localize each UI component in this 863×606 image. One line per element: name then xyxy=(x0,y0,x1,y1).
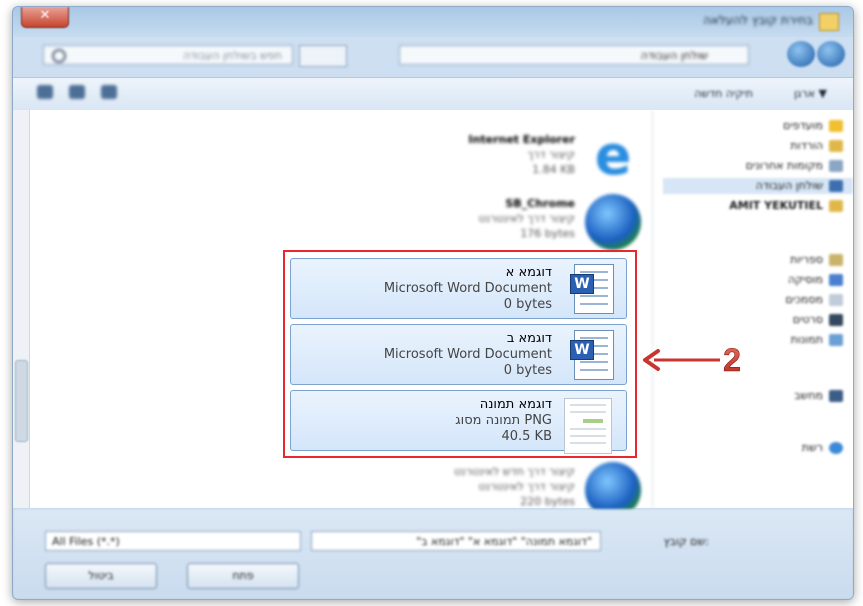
nav-item-libraries[interactable]: ספריות xyxy=(790,252,843,268)
callout-arrow: 2 xyxy=(643,345,741,375)
scroll-thumb[interactable] xyxy=(15,360,28,442)
folder-icon xyxy=(819,13,839,31)
nav-item-videos[interactable]: סרטים xyxy=(793,312,843,328)
back-button[interactable] xyxy=(817,41,845,67)
address-bar[interactable]: שולחן העבודה xyxy=(399,45,749,65)
computer-icon xyxy=(829,390,843,402)
pictures-icon xyxy=(829,334,843,346)
nav-item-desktop[interactable]: שולחן העבודה xyxy=(663,178,853,194)
file-size: 220 bytes xyxy=(520,495,575,508)
nav-item-pictures[interactable]: תמונות xyxy=(791,332,843,348)
network-icon xyxy=(829,442,843,454)
documents-icon xyxy=(829,294,843,306)
nav-item-recent-places[interactable]: מקומות אחרונים xyxy=(746,158,843,174)
music-icon xyxy=(829,274,843,286)
file-type: קיצור דרך xyxy=(527,148,575,161)
user-folder-icon xyxy=(829,200,843,212)
help-icon[interactable] xyxy=(37,85,53,99)
file-name: Internet Explorer xyxy=(468,133,575,146)
desktop-icon xyxy=(829,180,843,192)
refresh-button[interactable] xyxy=(299,45,347,67)
forward-button[interactable] xyxy=(787,41,815,67)
file-name: קיצור דרך חדש לאינטרנט xyxy=(454,465,575,478)
file-size: 1.84 KB xyxy=(532,163,575,176)
change-view-icon[interactable] xyxy=(101,85,117,99)
search-placeholder: חפש בשולחן העבודה xyxy=(182,49,282,62)
callout-number: 2 xyxy=(723,345,741,375)
nav-item-favorites[interactable]: מועדפים xyxy=(783,118,843,134)
file-item[interactable]: SB_Chrome קיצור דרך לאינטרנט 176 bytes xyxy=(391,190,641,252)
file-type: קיצור דרך לאינטרנט xyxy=(478,212,575,225)
navigation-pane: מועדפים הורדות מקומות אחרונים שולחן העבו… xyxy=(652,110,853,508)
nav-item-computer[interactable]: מחשב xyxy=(794,388,843,404)
file-type: קיצור דרך לאינטרנט xyxy=(478,480,575,493)
open-button[interactable]: פתח xyxy=(187,563,299,589)
highlight-box xyxy=(283,250,637,458)
star-icon xyxy=(829,120,843,132)
nav-item-downloads[interactable]: הורדות xyxy=(790,138,843,154)
nav-item-network[interactable]: רשת xyxy=(802,440,843,456)
globe-icon xyxy=(585,194,641,250)
nav-item-user[interactable]: AMIT YEKUTIEL xyxy=(729,198,843,214)
dialog-footer: שם קובץ: "דוגמא תמונה" "דוגמא א" "דוגמא … xyxy=(13,509,853,599)
toolbar: ארגן ▼ תיקיה חדשה xyxy=(13,77,853,111)
videos-icon xyxy=(829,314,843,326)
nav-item-documents[interactable]: מסמכים xyxy=(785,292,843,308)
cancel-button[interactable]: ביטול xyxy=(45,563,157,589)
vertical-scrollbar[interactable] xyxy=(13,110,30,508)
search-input[interactable]: חפש בשולחן העבודה xyxy=(43,45,293,65)
new-folder-button[interactable]: תיקיה חדשה xyxy=(694,87,753,100)
ie-icon: e xyxy=(594,124,632,187)
file-item[interactable]: e Internet Explorer קיצור דרך 1.84 KB xyxy=(391,126,641,188)
file-name-label: שם קובץ: xyxy=(663,535,709,548)
downloads-folder-icon xyxy=(829,140,843,152)
organize-button[interactable]: ארגן ▼ xyxy=(794,87,827,100)
search-icon xyxy=(52,49,66,63)
file-name-field[interactable]: "דוגמא תמונה" "דוגמא א" "דוגמא ב" xyxy=(311,531,601,551)
recent-places-icon xyxy=(829,160,843,172)
libraries-icon xyxy=(829,254,843,266)
close-button[interactable]: ✕ xyxy=(21,7,69,28)
preview-pane-icon[interactable] xyxy=(69,85,85,99)
file-name: SB_Chrome xyxy=(505,197,575,210)
file-type-select[interactable]: All Files (*.*) xyxy=(45,531,301,551)
nav-item-music[interactable]: מוסיקה xyxy=(788,272,843,288)
file-size: 176 bytes xyxy=(520,227,575,240)
window-title: בחירת קובץ להעלאה xyxy=(703,13,813,27)
view-controls[interactable] xyxy=(37,85,177,103)
title-bar[interactable]: ✕ בחירת קובץ להעלאה xyxy=(13,7,853,37)
